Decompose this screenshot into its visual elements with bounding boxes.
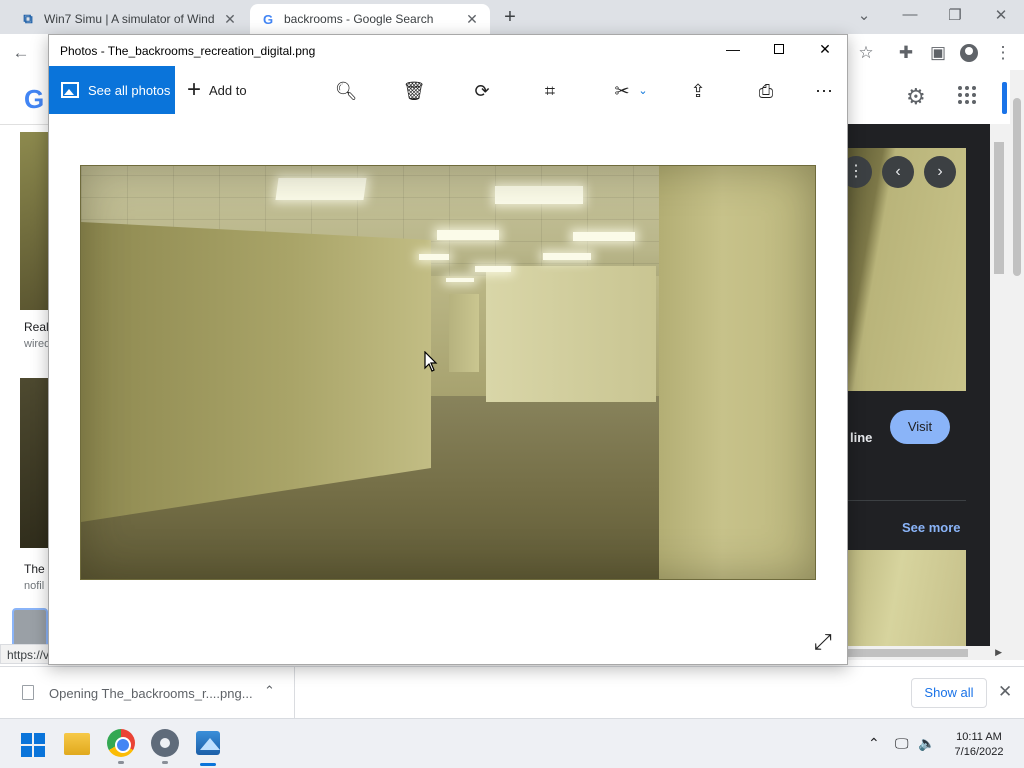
- photos-icon[interactable]: [196, 731, 220, 755]
- scrollbar-thumb[interactable]: [1013, 98, 1021, 276]
- related-image[interactable]: [848, 550, 966, 660]
- close-icon[interactable]: ✕: [815, 41, 835, 58]
- running-indicator: [162, 761, 168, 764]
- visit-button[interactable]: Visit: [890, 410, 950, 444]
- maximize-icon[interactable]: [769, 41, 789, 57]
- zoom-icon[interactable]: 🔍︎: [333, 78, 359, 104]
- more-icon[interactable]: ⋯: [811, 78, 837, 104]
- chevron-up-tray-icon[interactable]: ⌃: [868, 735, 880, 752]
- browser-tab-strip: ⧉ Win7 Simu | A simulator of Wind ✕ G ba…: [0, 0, 1024, 34]
- print-icon[interactable]: ⎙: [753, 78, 779, 104]
- rotate-icon[interactable]: ⟳: [469, 78, 495, 104]
- share-icon[interactable]: ⇪: [685, 78, 711, 104]
- close-icon[interactable]: ✕: [998, 682, 1012, 702]
- chevron-down-icon[interactable]: ⌄: [637, 78, 649, 104]
- new-tab-button[interactable]: +: [498, 6, 522, 30]
- star-icon[interactable]: ☆: [855, 42, 877, 64]
- page-scrollbar[interactable]: [1010, 70, 1024, 660]
- tab-title: backrooms - Google Search: [284, 12, 434, 26]
- delete-icon[interactable]: 🗑︎: [401, 78, 427, 104]
- download-bar: Opening The_backrooms_r....png... ⌃ Show…: [0, 666, 1024, 719]
- clock-time: 10:11 AM: [956, 731, 1002, 743]
- result-source: wired: [24, 338, 51, 350]
- win7simu-icon: ⧉: [23, 11, 33, 26]
- minimize-icon[interactable]: —: [900, 6, 920, 23]
- scroll-right-icon[interactable]: ▶: [995, 647, 1002, 658]
- result-thumbnail[interactable]: [20, 132, 50, 310]
- minimize-icon[interactable]: —: [723, 41, 743, 57]
- photos-title-bar[interactable]: Photos - The_backrooms_recreation_digita…: [49, 35, 847, 66]
- tab-title: Win7 Simu | A simulator of Wind: [44, 12, 215, 26]
- tab-close-icon[interactable]: ✕: [464, 11, 480, 28]
- profile-icon[interactable]: [958, 42, 980, 64]
- panel-divider: [848, 500, 966, 501]
- photo-image[interactable]: [80, 165, 816, 580]
- download-item-label[interactable]: Opening The_backrooms_r....png...: [49, 686, 253, 701]
- photos-command-bar: See all photos + Add to 🔍︎ 🗑︎ ⟳ ⌗ ✂ ⌄ ⇪ …: [49, 66, 847, 114]
- image-vignette: [81, 166, 815, 579]
- see-all-photos-label: See all photos: [88, 82, 171, 98]
- photos-app-window: Photos - The_backrooms_recreation_digita…: [48, 34, 848, 665]
- tab-close-icon[interactable]: ✕: [222, 11, 238, 28]
- scrollbar-thumb[interactable]: [848, 649, 968, 657]
- add-to-label: Add to: [209, 82, 247, 98]
- back-arrow-icon[interactable]: ←: [10, 42, 32, 64]
- extensions-icon[interactable]: ✚: [895, 42, 917, 64]
- active-indicator: [200, 763, 216, 766]
- clock-date: 7/16/2022: [954, 746, 1004, 758]
- scrollbar-thumb[interactable]: [994, 142, 1004, 274]
- file-explorer-icon[interactable]: [64, 733, 90, 755]
- tab-google-search[interactable]: G backrooms - Google Search ✕: [250, 4, 490, 34]
- tab-search-chevron-icon[interactable]: ⌄: [854, 6, 874, 24]
- window-title: Photos - The_backrooms_recreation_digita…: [60, 44, 316, 58]
- edit-icon[interactable]: ✂: [609, 78, 635, 104]
- result-title[interactable]: The: [24, 562, 45, 576]
- chevron-right-icon[interactable]: ›: [924, 156, 956, 188]
- expand-icon[interactable]: ⤢: [814, 629, 832, 655]
- running-indicator: [118, 761, 124, 764]
- gear-icon[interactable]: ⚙: [906, 84, 926, 110]
- horizontal-scrollbar[interactable]: ▶: [848, 646, 1010, 660]
- crop-icon[interactable]: ⌗: [537, 78, 563, 104]
- selected-thumbnail[interactable]: [12, 608, 48, 648]
- download-divider: [294, 667, 295, 719]
- chevron-up-icon[interactable]: ⌃: [264, 683, 275, 699]
- panel-scrollbar[interactable]: ▼: [990, 124, 1010, 660]
- tab-win7simu[interactable]: ⧉ Win7 Simu | A simulator of Wind ✕: [10, 4, 248, 34]
- sign-in-button-edge[interactable]: [1002, 82, 1007, 114]
- start-icon[interactable]: [21, 733, 45, 757]
- result-source: nofil: [24, 580, 45, 592]
- file-icon: [22, 685, 34, 700]
- network-icon[interactable]: 🖵: [895, 735, 909, 752]
- clock[interactable]: 10:11 AM 7/16/2022: [944, 730, 1014, 760]
- chevron-left-icon[interactable]: ‹: [882, 156, 914, 188]
- show-all-button[interactable]: Show all: [911, 678, 987, 708]
- close-window-icon[interactable]: ✕: [991, 6, 1011, 24]
- add-to-button[interactable]: + Add to: [187, 66, 247, 114]
- see-all-photos-button[interactable]: See all photos: [49, 66, 175, 114]
- apps-grid-icon[interactable]: [958, 86, 976, 104]
- volume-icon[interactable]: 🔈: [918, 735, 935, 752]
- sidepanel-icon[interactable]: ▣: [927, 42, 949, 64]
- google-g-icon: G: [262, 11, 274, 27]
- menu-icon[interactable]: ⋮: [992, 42, 1014, 64]
- chrome-icon[interactable]: [107, 729, 135, 757]
- taskbar: ⌃ 🖵 🔈 10:11 AM 7/16/2022: [0, 718, 1024, 768]
- google-logo[interactable]: G: [24, 84, 44, 115]
- photo-gallery-icon: [61, 82, 79, 98]
- result-thumbnail[interactable]: [20, 378, 50, 548]
- see-more-link[interactable]: See more: [902, 520, 961, 535]
- preview-site-name: line: [850, 430, 873, 445]
- settings-icon[interactable]: [151, 729, 179, 757]
- plus-icon: +: [187, 76, 202, 103]
- result-title[interactable]: Real: [24, 320, 49, 334]
- restore-icon[interactable]: ❐: [945, 6, 965, 24]
- image-preview-panel: ⋮ ‹ › line: [840, 124, 990, 660]
